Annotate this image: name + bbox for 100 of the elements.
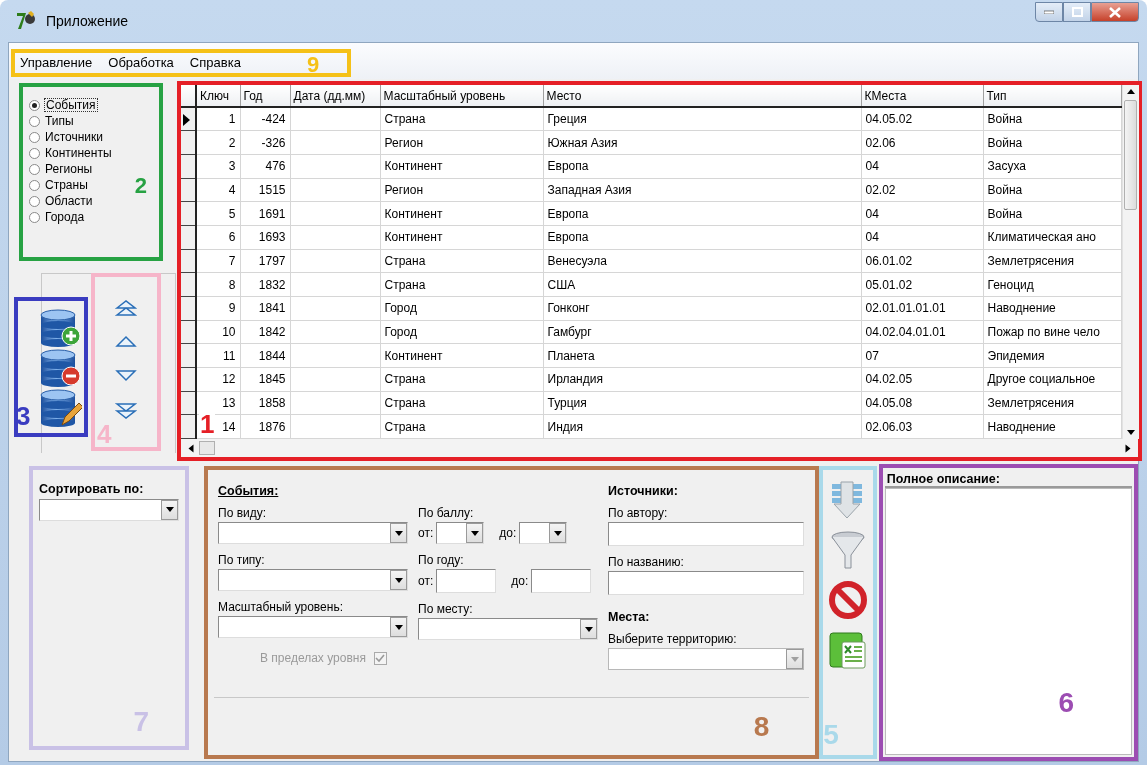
prohibited-icon[interactable] <box>828 580 869 620</box>
table-cell: Гамбург <box>543 320 861 344</box>
field-label: По баллу: <box>418 505 475 522</box>
column-header[interactable]: Дата (дд.мм) <box>290 85 380 108</box>
table-cell: Южная Азия <box>543 130 861 155</box>
minimize-button[interactable] <box>1035 2 1063 22</box>
field-label: По автору: <box>608 505 669 522</box>
caret-icon <box>786 649 803 669</box>
dropdown[interactable] <box>436 522 485 544</box>
database-add-icon[interactable] <box>38 307 82 347</box>
radio-option[interactable]: События <box>29 97 153 113</box>
table-cell: Европа <box>543 225 861 250</box>
table-cell: 4 <box>196 178 240 202</box>
section-heading: События: <box>218 483 280 500</box>
app-icon <box>16 11 38 31</box>
annotation-number: 3 <box>16 403 31 429</box>
table-cell: 1845 <box>240 367 290 391</box>
dropdown[interactable] <box>519 522 568 544</box>
table-cell: Регион <box>380 130 543 155</box>
annotation-number: 9 <box>307 54 320 76</box>
menu-item[interactable]: Управление <box>19 53 94 73</box>
row-header[interactable] <box>181 414 196 439</box>
dropdown[interactable] <box>218 616 408 638</box>
column-header[interactable]: Тип <box>983 85 1121 108</box>
table-cell: Землетрясения <box>983 391 1121 415</box>
table-cell: Война <box>983 178 1121 202</box>
table-cell: Страна <box>380 367 543 391</box>
table-cell: 04 <box>861 154 983 179</box>
radio-option[interactable]: Источники <box>29 129 153 145</box>
row-header[interactable] <box>181 296 196 321</box>
input-field[interactable] <box>608 522 804 546</box>
row-header[interactable] <box>181 201 196 226</box>
input-field[interactable] <box>531 569 592 593</box>
sort-label: Сортировать по: <box>39 481 145 498</box>
dropdown[interactable] <box>218 569 408 591</box>
table-cell: Греция <box>543 107 861 131</box>
row-header[interactable] <box>181 320 196 344</box>
table-cell: 1693 <box>240 225 290 250</box>
table-cell: Город <box>380 296 543 321</box>
table-cell: Гонконг <box>543 296 861 321</box>
row-header[interactable] <box>181 367 196 391</box>
table-cell: 04 <box>861 225 983 250</box>
menu-item[interactable]: Обработка <box>107 53 175 73</box>
table-cell: 5 <box>196 201 240 226</box>
row-header[interactable] <box>181 391 196 415</box>
row-pointer-icon <box>181 113 191 128</box>
table-cell: -424 <box>240 107 290 131</box>
table-cell: 6 <box>196 225 240 250</box>
field-label: По названию: <box>608 554 685 571</box>
table-cell: 02.06 <box>861 130 983 155</box>
table-cell: -326 <box>240 130 290 155</box>
horizontal-scrollbar[interactable] <box>181 439 1138 457</box>
maximize-button[interactable] <box>1063 2 1091 22</box>
database-remove-icon[interactable] <box>38 347 82 387</box>
table-cell: Другое социальное <box>983 367 1121 391</box>
menu-item[interactable]: Справка <box>188 53 242 73</box>
table-cell: Страна <box>380 272 543 297</box>
column-header[interactable]: Ключ <box>196 85 240 108</box>
table-cell: Континент <box>380 154 543 179</box>
table-cell: 04.02.05 <box>861 367 983 391</box>
row-header[interactable] <box>181 225 196 250</box>
table-cell: Континент <box>380 343 543 368</box>
table-cell: Землетрясения <box>983 249 1121 273</box>
dropdown[interactable] <box>218 522 408 544</box>
table-cell: 1876 <box>240 414 290 439</box>
radio-option[interactable]: Регионы <box>29 161 153 177</box>
double-up-arrow-icon[interactable] <box>115 298 137 318</box>
section-heading: Места: <box>608 609 651 626</box>
input-field[interactable] <box>608 571 804 595</box>
table-cell: Европа <box>543 154 861 179</box>
radio-option[interactable]: Города <box>29 209 153 225</box>
column-header[interactable]: КМеста <box>861 85 983 108</box>
row-header[interactable] <box>181 107 196 131</box>
dropdown[interactable] <box>39 498 179 521</box>
row-header[interactable] <box>181 154 196 179</box>
table-cell: 1858 <box>240 391 290 415</box>
spreadsheet-icon[interactable] <box>828 630 869 670</box>
radio-option[interactable]: Типы <box>29 113 153 129</box>
database-edit-icon[interactable] <box>38 387 82 427</box>
table-cell: Геноцид <box>983 272 1121 297</box>
column-header[interactable]: Масштабный уровень <box>380 85 543 108</box>
row-header[interactable] <box>181 272 196 297</box>
double-down-arrow-icon[interactable] <box>115 400 137 420</box>
table-cell: США <box>543 272 861 297</box>
row-header[interactable] <box>181 249 196 273</box>
table-cell: Наводнение <box>983 414 1121 439</box>
table-cell: Континент <box>380 201 543 226</box>
close-button[interactable] <box>1091 2 1139 22</box>
dropdown[interactable] <box>418 618 598 640</box>
row-header[interactable] <box>181 178 196 202</box>
row-header[interactable] <box>181 343 196 368</box>
column-header[interactable]: Место <box>543 85 861 108</box>
table-cell: Страна <box>380 107 543 131</box>
table-cell: Засуха <box>983 154 1121 179</box>
column-header[interactable]: Год <box>240 85 290 108</box>
row-header[interactable] <box>181 130 196 155</box>
field-label: По виду: <box>218 505 268 522</box>
radio-option[interactable]: Континенты <box>29 145 153 161</box>
table-cell: Турция <box>543 391 861 415</box>
input-field[interactable] <box>436 569 497 593</box>
